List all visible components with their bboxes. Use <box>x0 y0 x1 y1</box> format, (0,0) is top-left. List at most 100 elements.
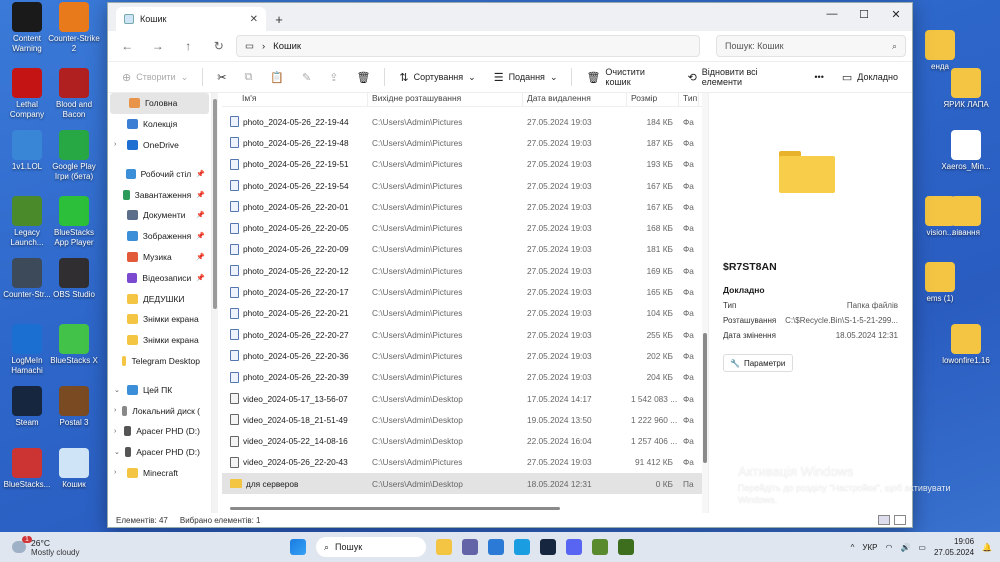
desktop-icon[interactable]: Postal 3 <box>48 386 100 428</box>
store-icon[interactable] <box>488 539 504 555</box>
clock[interactable]: 19:06 27.05.2024 <box>934 536 974 558</box>
desktop-icon[interactable]: Counter-Str... <box>1 258 53 300</box>
close-tab-icon[interactable]: ✕ <box>250 14 258 25</box>
refresh-icon[interactable]: ↻ <box>206 34 233 58</box>
desktop-icon[interactable]: Content Warning <box>1 2 53 54</box>
discord-icon[interactable] <box>566 539 582 555</box>
desktop-icon[interactable]: OBS Studio <box>48 258 100 300</box>
maximize-button[interactable]: ☐ <box>848 3 880 25</box>
chevron-icon[interactable]: › <box>114 428 119 435</box>
column-name[interactable]: Ім'я <box>222 93 368 106</box>
chevron-up-icon[interactable]: ^ <box>851 543 855 552</box>
sidebar-item[interactable]: › Minecraft <box>108 463 211 484</box>
minecraft-icon[interactable] <box>592 539 608 555</box>
file-row[interactable]: photo_2024-05-26_22-19-51 C:\Users\Admin\… <box>222 154 708 175</box>
minimize-button[interactable]: — <box>816 3 848 25</box>
file-row[interactable]: video_2024-05-18_21-51-49 C:\Users\Admin\… <box>222 409 708 430</box>
desktop-icon[interactable]: Steam <box>1 386 53 428</box>
file-row[interactable]: photo_2024-05-26_22-20-01 C:\Users\Admin\… <box>222 196 708 217</box>
horizontal-scrollbar[interactable] <box>226 506 696 511</box>
desktop-icon[interactable]: BlueStacks X <box>48 324 100 366</box>
steam-icon[interactable] <box>540 539 556 555</box>
file-row[interactable]: photo_2024-05-26_22-20-09 C:\Users\Admin\… <box>222 239 708 260</box>
edge-icon[interactable] <box>514 539 530 555</box>
taskbar-search[interactable]: ⌕ Пошук <box>316 537 426 557</box>
teams-icon[interactable] <box>462 539 478 555</box>
more-options-button[interactable]: ••• <box>808 68 829 86</box>
weather-widget[interactable]: 26°C Mostly cloudy 1 <box>0 536 200 557</box>
desktop-icon[interactable]: Lethal Company <box>1 68 53 120</box>
file-row[interactable]: video_2024-05-22_14-08-16 C:\Users\Admin\… <box>222 430 708 451</box>
cut-button[interactable]: ✂ <box>211 67 232 88</box>
scrollbar-thumb[interactable] <box>230 507 560 510</box>
restore-all-button[interactable]: ⟲ Відновити всі елементи <box>682 63 803 91</box>
details-view-icon[interactable] <box>878 515 890 525</box>
create-button[interactable]: ⊕ Створити ⌄ <box>116 67 194 88</box>
file-row[interactable]: photo_2024-05-26_22-20-36 C:\Users\Admin\… <box>222 345 708 366</box>
file-row[interactable]: photo_2024-05-26_22-19-54 C:\Users\Admin\… <box>222 175 708 196</box>
back-icon[interactable]: ← <box>114 34 141 58</box>
wifi-icon[interactable]: ◠ <box>885 543 892 552</box>
sidebar-item[interactable]: Документи 📌 <box>108 205 211 226</box>
sidebar-item[interactable]: › Apacer PHD (D:) <box>108 421 211 442</box>
chevron-icon[interactable]: ⌄ <box>114 386 122 394</box>
file-row[interactable]: video_2024-05-17_13-56-07 C:\Users\Admin\… <box>222 388 708 409</box>
column-original-location[interactable]: Вихідне розташування <box>368 93 523 106</box>
sidebar-item[interactable]: Знімки екрана <box>108 330 211 351</box>
desktop-icon[interactable]: ems (1) <box>914 262 966 304</box>
desktop-icon[interactable]: Google Play Ігри (бета) <box>48 130 100 182</box>
share-button[interactable]: ⇪ <box>323 67 344 88</box>
properties-button[interactable]: 🔧 Параметри <box>723 354 793 372</box>
scrollbar-thumb[interactable] <box>703 333 707 463</box>
desktop-icon[interactable]: Blood and Bacon <box>48 68 100 120</box>
tab-recycle-bin[interactable]: Кошик ✕ <box>116 7 266 31</box>
rename-button[interactable]: ✎ <box>296 67 317 88</box>
sidebar-item[interactable]: Музика 📌 <box>108 247 211 268</box>
battery-icon[interactable]: ▭ <box>918 543 926 552</box>
chevron-icon[interactable]: › <box>114 141 122 148</box>
sidebar-item[interactable]: Робочий стіл 📌 <box>108 163 211 184</box>
minecraft-launcher-icon[interactable] <box>618 539 634 555</box>
desktop-icon[interactable]: 1v1.LOL <box>1 130 53 172</box>
explorer-icon[interactable] <box>436 539 452 555</box>
file-row[interactable]: video_2024-05-26_22-20-43 C:\Users\Admin\… <box>222 452 708 473</box>
new-tab-button[interactable]: + <box>266 7 292 31</box>
scrollbar-thumb[interactable] <box>213 99 217 309</box>
column-date-deleted[interactable]: Дата видалення <box>523 93 627 106</box>
copy-button[interactable]: ⧉ <box>238 67 258 88</box>
view-button[interactable]: ☰ Подання ⌄ <box>488 67 564 88</box>
desktop-icon[interactable]: ЯРИК ЛАПА <box>940 68 992 110</box>
search-input[interactable]: Пошук: Кошик ⌕ <box>716 35 906 57</box>
chevron-icon[interactable]: › <box>114 469 122 476</box>
address-bar[interactable]: ▭ › Кошик <box>236 35 700 57</box>
sidebar-item[interactable]: › Локальний диск ( <box>108 400 211 421</box>
file-row[interactable]: photo_2024-05-26_22-20-05 C:\Users\Admin\… <box>222 217 708 238</box>
chevron-icon[interactable]: › <box>114 407 117 414</box>
file-row[interactable]: photo_2024-05-26_22-20-21 C:\Users\Admin\… <box>222 303 708 324</box>
sidebar-item[interactable]: ДЕДУШКИ <box>108 288 211 309</box>
sort-button[interactable]: ⇅ Сортування ⌄ <box>393 67 481 88</box>
file-row[interactable]: для серверов C:\Users\Admin\Desktop 18.05.… <box>222 473 708 495</box>
paste-button[interactable]: 📋 <box>264 67 290 88</box>
file-row[interactable]: photo_2024-05-26_22-20-27 C:\Users\Admin\… <box>222 324 708 345</box>
sidebar-item[interactable]: Знімки екрана <box>108 309 211 330</box>
sidebar-item[interactable]: Завантаження 📌 <box>108 184 211 205</box>
sidebar-item[interactable]: Відеозаписи 📌 <box>108 267 211 288</box>
details-pane-button[interactable]: ▭ Докладно <box>836 67 904 88</box>
sidebar-item[interactable]: › OneDrive <box>108 135 211 156</box>
chevron-icon[interactable]: ⌄ <box>114 448 120 456</box>
windows-start-icon[interactable] <box>290 539 306 555</box>
forward-icon[interactable]: → <box>145 34 172 58</box>
volume-icon[interactable]: 🔊 <box>900 543 910 552</box>
file-row[interactable]: photo_2024-05-26_22-19-44 C:\Users\Admin\… <box>222 111 708 132</box>
file-row[interactable]: photo_2024-05-26_22-20-12 C:\Users\Admin\… <box>222 260 708 281</box>
desktop-icon[interactable]: енда <box>914 30 966 72</box>
close-button[interactable]: ✕ <box>880 3 912 25</box>
desktop-icon[interactable]: lowonfire1.16 <box>940 324 992 366</box>
sidebar-item[interactable]: Колекція <box>108 114 211 135</box>
file-row[interactable]: photo_2024-05-26_22-20-39 C:\Users\Admin\… <box>222 367 708 388</box>
desktop-icon[interactable]: vision... <box>914 196 966 238</box>
sidebar-item[interactable]: Telegram Desktop <box>108 351 211 372</box>
tiles-view-icon[interactable] <box>894 515 906 525</box>
desktop-icon[interactable]: BlueStacks... <box>1 448 53 490</box>
